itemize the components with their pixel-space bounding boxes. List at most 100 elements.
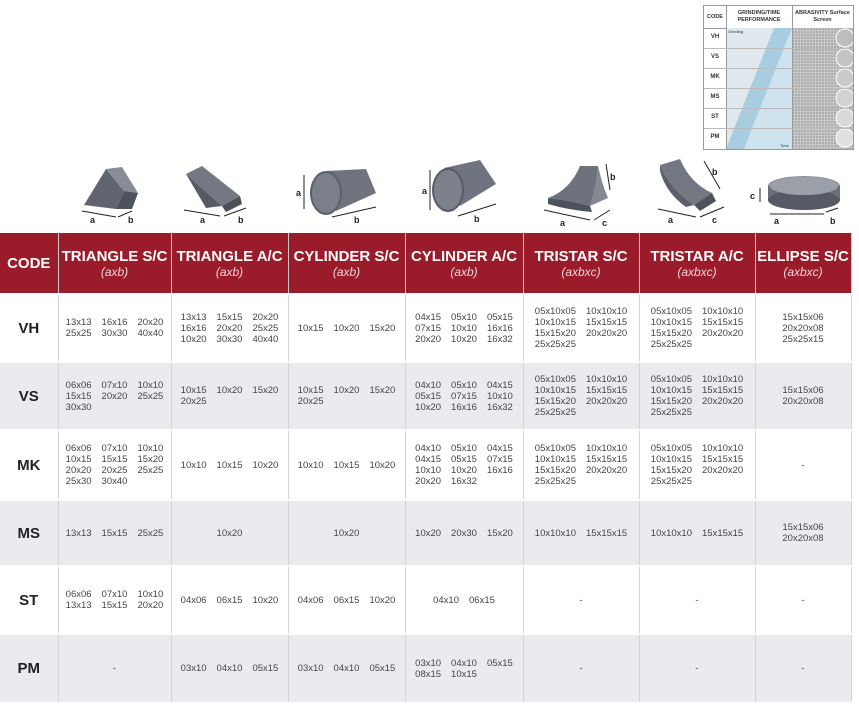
size-value: -: [801, 663, 805, 674]
svg-text:b: b: [830, 216, 836, 226]
size-value: 10x20: [216, 527, 243, 539]
size-value: 25x25: [252, 322, 279, 334]
table-cell: 10x20: [171, 499, 289, 566]
column-header-dims: (axb): [215, 264, 244, 279]
size-value: 20x20: [415, 476, 442, 487]
size-value: 16x16: [101, 317, 128, 328]
table-cell: 03x10 04x10 05x15: [171, 633, 289, 702]
size-value: 15x15x15: [702, 385, 744, 396]
size-value: 25x30: [65, 476, 92, 487]
size-value: 05x15: [486, 311, 513, 323]
table-cell: 04x10 05x10 04x15 04x15 05x15 07x15 10x10 10x20…: [405, 429, 524, 500]
size-value: 04x06: [180, 594, 207, 606]
size-value: [252, 396, 278, 407]
size-value: 04x10: [216, 663, 243, 674]
size-value: 20x20: [65, 465, 92, 476]
table-cell: 06x06 07x10 10x10 10x15 15x15 15x20 20x20 20x25…: [58, 429, 172, 500]
triangle-ac-shape: a b: [183, 166, 247, 225]
size-value: [702, 407, 743, 418]
size-value: 15x15: [101, 454, 128, 465]
size-value: -: [801, 594, 805, 606]
row-code: VH: [0, 293, 59, 362]
table-cell: -: [755, 429, 852, 500]
size-value: 10x10x10: [586, 374, 628, 385]
svg-text:c: c: [602, 218, 607, 228]
tristar-ac-shape: b a c: [657, 159, 725, 225]
size-value: [702, 339, 743, 350]
size-value: -: [112, 663, 117, 674]
ellipse-sc-shape: c a b: [750, 176, 840, 226]
cylinder-ac-shape: a b: [422, 160, 497, 224]
size-value: 10x10: [137, 443, 164, 454]
size-value: 08x15: [415, 668, 442, 680]
size-value: 25x25x25: [534, 407, 576, 418]
legend-code: VH: [710, 34, 720, 40]
size-value: 15x20: [369, 385, 396, 396]
size-value: 25x25: [65, 328, 92, 339]
size-value: 20x20: [415, 333, 442, 345]
size-value: 05x10x05: [650, 306, 692, 317]
svg-text:a: a: [422, 186, 428, 196]
size-value: 15x15x15: [702, 527, 744, 539]
size-value: 15x15: [216, 311, 243, 323]
legend-grinding-label: Grinding: [728, 29, 744, 34]
table-cell: 15x15x06 20x20x08: [755, 499, 852, 566]
size-value: 13x13: [180, 311, 207, 323]
size-value: -: [801, 459, 805, 471]
size-value: 25x25x25: [650, 407, 692, 418]
table-cell: 04x15 05x10 05x15 07x15 10x10 16x16 20x20 10x20…: [405, 293, 524, 362]
table-cell: 05x10x05 10x10x10 10x10x15 15x15x15 15x15x20…: [639, 293, 756, 362]
size-value: 10x10x15: [534, 317, 576, 328]
table-cell: 10x20: [288, 499, 406, 566]
size-value: 40x40: [137, 328, 164, 339]
size-value: 20x20: [137, 317, 164, 328]
table-header-row: CODE TRIANGLE S/C (axb) TRIANGLE A/C (axb) CY…: [0, 233, 852, 294]
size-value: [137, 402, 163, 413]
table-cell: -: [755, 565, 852, 634]
size-value: 07x15: [415, 322, 442, 334]
size-value: 13x13: [65, 527, 92, 539]
size-value: 20x20x20: [702, 396, 744, 407]
svg-text:b: b: [712, 167, 718, 177]
size-value: 05x15: [415, 390, 442, 402]
size-value: 04x10: [333, 663, 360, 674]
row-code: VS: [0, 361, 59, 430]
column-header-code: CODE: [0, 233, 59, 294]
size-value: 20x25: [101, 465, 128, 476]
table-cell: 10x20 20x30 15x20: [405, 499, 524, 566]
size-value: 05x15: [252, 663, 279, 674]
table-cell: 05x10x05 10x10x10 10x10x15 15x15x15 15x15x20…: [523, 429, 640, 500]
size-value: -: [695, 594, 699, 606]
size-value: 10x10x10: [702, 306, 744, 317]
size-value: [586, 407, 627, 418]
size-value: 25x25x25: [650, 339, 692, 350]
svg-text:a: a: [296, 188, 302, 198]
legend-code: ST: [711, 114, 719, 120]
size-value: 10x20: [216, 385, 243, 396]
table-cell: 05x10x05 10x10x10 10x10x15 15x15x15 15x15x20…: [639, 361, 756, 430]
row-code: MS: [0, 499, 59, 566]
svg-text:b: b: [354, 215, 360, 225]
size-value: 04x15: [486, 379, 513, 391]
svg-text:a: a: [560, 218, 566, 228]
size-value: 16x16: [486, 465, 513, 476]
size-value: 05x10x05: [534, 443, 576, 454]
table-cell: 04x06 06x15 10x20: [288, 565, 406, 634]
table-cell: 03x10 04x10 05x15: [288, 633, 406, 702]
table-cell: 05x10x05 10x10x10 10x10x15 15x15x15 15x15x20…: [523, 293, 640, 362]
size-value: 10x15: [180, 385, 207, 396]
table-cell: 15x15x06 20x20x08 25x25x15: [755, 293, 852, 362]
size-value: 04x10: [415, 443, 442, 454]
size-value: 10x10x10: [586, 443, 628, 454]
svg-text:b: b: [610, 172, 616, 182]
size-value: 07x10: [101, 379, 128, 391]
svg-text:a: a: [774, 216, 780, 226]
column-header: TRIANGLE S/C (axb): [58, 233, 172, 294]
size-value: 05x10: [451, 379, 477, 391]
column-header-dims: (axb): [450, 264, 478, 279]
size-value: 10x10x15: [534, 385, 576, 396]
size-value: 05x15: [369, 663, 396, 674]
column-header: CYLINDER A/C (axb): [405, 233, 524, 294]
size-value: 10x20: [415, 401, 442, 413]
column-header: CYLINDER S/C (axb): [288, 233, 406, 294]
